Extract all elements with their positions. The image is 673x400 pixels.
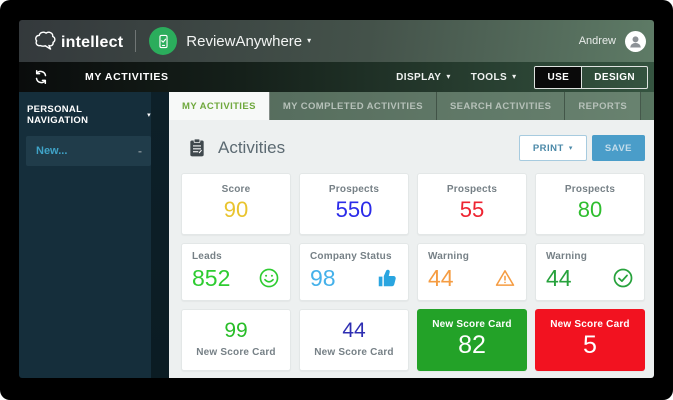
score-card[interactable]: Score 90 [181,173,291,235]
card-value: 44 [428,266,454,290]
chevron-down-icon: ▾ [569,145,573,152]
card-label: New Score Card [314,347,394,358]
page-header: Activities PRINT ▾ SAVE [181,120,645,170]
top-bar: intellect ReviewAnywhere ▾ Andrew [19,20,654,62]
new-score-card[interactable]: New Score Card 82 [417,309,527,371]
prospects-card[interactable]: Prospects 80 [535,173,645,235]
tab-search-activities[interactable]: SEARCH ACTIVITIES [437,92,565,120]
tools-menu-label: TOOLS [471,72,507,83]
collapse-indicator[interactable]: - [138,144,142,158]
toolbar-title: MY ACTIVITIES [85,71,169,83]
card-value: 90 [224,198,248,221]
personal-navigation-header[interactable]: PERSONAL NAVIGATION ▾ [26,104,151,126]
tab-reports[interactable]: REPORTS [565,92,641,120]
new-score-card[interactable]: 99 New Score Card [181,309,291,371]
card-label: Prospects [447,184,497,195]
prospects-card[interactable]: Prospects 550 [299,173,409,235]
refresh-icon[interactable] [33,69,49,85]
display-menu-label: DISPLAY [396,72,441,83]
intellect-logo[interactable]: intellect [33,29,123,53]
leads-card[interactable]: Leads 852 [181,243,291,301]
new-score-card[interactable]: 44 New Score Card [299,309,409,371]
sidebar-rail [151,92,169,378]
use-design-toggle: USE DESIGN [534,66,648,89]
card-value: 55 [460,198,484,221]
card-label: Company Status [310,251,398,262]
save-button-label: SAVE [605,143,632,154]
print-button[interactable]: PRINT ▾ [519,135,587,161]
speech-bubble-icon [33,29,59,53]
check-circle-icon [612,267,634,289]
divider [135,30,136,52]
person-icon [627,33,644,50]
app-window: intellect ReviewAnywhere ▾ Andrew [19,20,654,378]
chevron-down-icon[interactable]: ▾ [307,37,311,45]
avatar[interactable] [625,31,646,52]
tab-my-completed-activities[interactable]: MY COMPLETED ACTIVITIES [270,92,437,120]
warning-triangle-icon [494,267,516,289]
tools-menu[interactable]: TOOLS ▾ [471,72,517,83]
user-name[interactable]: Andrew [579,35,616,47]
warning-card[interactable]: Warning 44 [417,243,527,301]
print-button-label: PRINT [533,143,564,154]
sidebar-item-label: New... [36,145,67,157]
card-label: New Score Card [196,347,276,358]
content-area: Activities PRINT ▾ SAVE Score 90 [169,120,654,378]
card-label: Score [222,184,251,195]
display-menu[interactable]: DISPLAY ▾ [396,72,451,83]
card-value: 99 [224,320,247,342]
card-label: New Score Card [550,319,630,330]
card-value: 550 [336,198,373,221]
warning-card[interactable]: Warning 44 [535,243,645,301]
toolbar: MY ACTIVITIES DISPLAY ▾ TOOLS ▾ USE DESI… [19,62,654,92]
mobile-check-icon [155,33,172,50]
thumbs-up-icon [376,267,398,289]
card-value: 82 [458,332,486,358]
review-anywhere-app-icon[interactable] [149,27,177,55]
card-value: 44 [546,266,572,290]
card-value: 98 [310,266,336,290]
card-label: Leads [192,251,280,262]
smiley-icon [258,267,280,289]
score-card-grid: Score 90 Prospects 550 Prospects 55 Pros… [181,173,645,371]
tab-bar: MY ACTIVITIES MY COMPLETED ACTIVITIES SE… [169,92,654,120]
window-frame: intellect ReviewAnywhere ▾ Andrew [0,0,673,400]
card-label: Prospects [329,184,379,195]
app-name[interactable]: ReviewAnywhere [186,33,302,50]
save-button[interactable]: SAVE [592,135,645,161]
card-value: 44 [342,320,365,342]
card-value: 80 [578,198,602,221]
prospects-card[interactable]: Prospects 55 [417,173,527,235]
design-mode-button[interactable]: DESIGN [581,67,647,88]
use-mode-button[interactable]: USE [535,67,581,88]
company-status-card[interactable]: Company Status 98 [299,243,409,301]
logo-text: intellect [61,35,123,53]
sidebar-item-new[interactable]: New... - [26,136,151,166]
chevron-down-icon: ▾ [512,73,516,81]
sidebar: PERSONAL NAVIGATION ▾ New... - [19,92,151,378]
new-score-card[interactable]: New Score Card 5 [535,309,645,371]
card-label: Warning [546,251,634,262]
personal-navigation-label: PERSONAL NAVIGATION [27,104,142,126]
card-label: Prospects [565,184,615,195]
tab-my-activities[interactable]: MY ACTIVITIES [169,92,270,120]
card-value: 852 [192,266,230,290]
card-label: Warning [428,251,516,262]
chevron-down-icon: ▾ [446,73,450,81]
card-value: 5 [583,332,597,358]
card-label: New Score Card [432,319,512,330]
clipboard-icon [187,138,207,158]
page-title: Activities [218,138,285,158]
